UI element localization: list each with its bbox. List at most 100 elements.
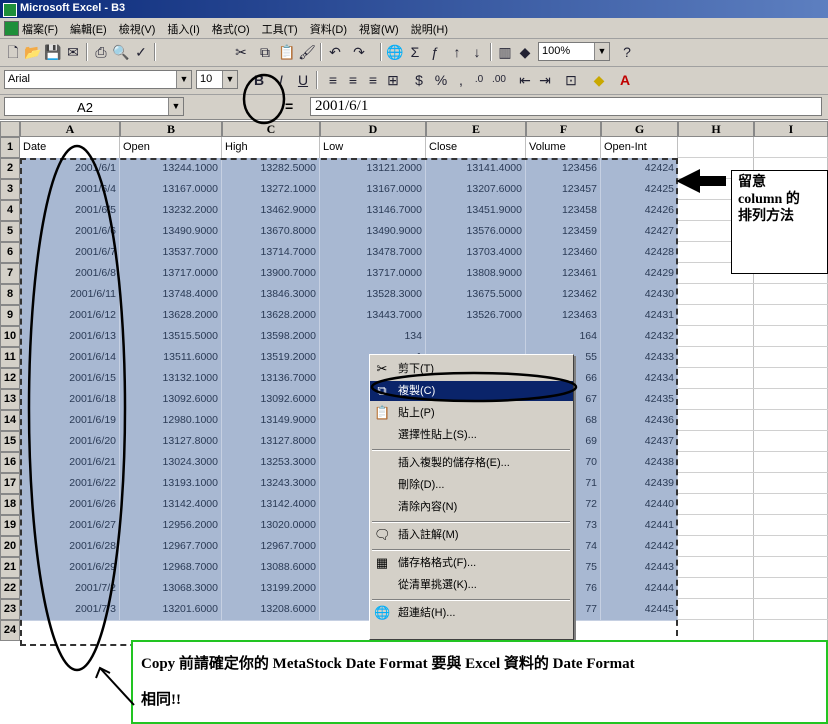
sort-desc-icon[interactable]: ↓: [468, 43, 486, 61]
table-cell[interactable]: 2001/6/27: [20, 515, 120, 536]
increase-indent-icon[interactable]: ⇥: [536, 71, 554, 89]
context-menu-item[interactable]: 插入複製的儲存格(E)...: [370, 453, 573, 473]
table-cell[interactable]: 42425: [601, 179, 678, 200]
zoom-select[interactable]: 100% ▼: [538, 42, 610, 61]
table-cell[interactable]: 13717.0000: [120, 263, 222, 284]
underline-icon[interactable]: U: [294, 71, 312, 89]
italic-icon[interactable]: I: [272, 71, 290, 89]
table-cell[interactable]: 123463: [526, 305, 601, 326]
context-menu-item[interactable]: ✂ 剪下(T): [370, 359, 573, 379]
row-header[interactable]: 18: [0, 494, 20, 515]
table-cell[interactable]: 123461: [526, 263, 601, 284]
table-cell[interactable]: 2001/6/12: [20, 305, 120, 326]
table-cell[interactable]: 2001/6/5: [20, 200, 120, 221]
row-header[interactable]: 23: [0, 599, 20, 620]
table-cell[interactable]: 123460: [526, 242, 601, 263]
table-cell[interactable]: 42444: [601, 578, 678, 599]
menu-item[interactable]: 插入(I): [167, 21, 199, 37]
font-name-select[interactable]: Arial ▼: [4, 70, 192, 89]
table-cell[interactable]: 42426: [601, 200, 678, 221]
row-header[interactable]: 13: [0, 389, 20, 410]
table-cell[interactable]: [426, 326, 526, 347]
table-cell[interactable]: 2001/6/19: [20, 410, 120, 431]
column-header[interactable]: A: [20, 121, 120, 137]
column-header[interactable]: B: [120, 121, 222, 137]
table-cell[interactable]: 13092.6000: [120, 389, 222, 410]
table-cell[interactable]: 2001/6/4: [20, 179, 120, 200]
table-cell[interactable]: 13244.1000: [120, 158, 222, 179]
chevron-down-icon[interactable]: ▼: [176, 71, 191, 88]
table-cell[interactable]: 13253.3000: [222, 452, 320, 473]
row-header[interactable]: 8: [0, 284, 20, 305]
table-cell[interactable]: 13519.2000: [222, 347, 320, 368]
table-cell[interactable]: 12956.2000: [120, 515, 222, 536]
table-cell[interactable]: 13136.7000: [222, 368, 320, 389]
table-cell[interactable]: 2001/6/28: [20, 536, 120, 557]
table-cell[interactable]: 42427: [601, 221, 678, 242]
cut-icon[interactable]: ✂: [232, 43, 250, 61]
table-cell[interactable]: 42441: [601, 515, 678, 536]
table-cell[interactable]: 2001/6/13: [20, 326, 120, 347]
table-cell[interactable]: 2001/6/8: [20, 263, 120, 284]
align-left-icon[interactable]: ≡: [324, 71, 342, 89]
table-cell[interactable]: 2001/6/29: [20, 557, 120, 578]
table-cell[interactable]: 123462: [526, 284, 601, 305]
header-cell[interactable]: Low: [320, 137, 426, 158]
print-icon[interactable]: ⎙: [92, 43, 110, 61]
new-icon[interactable]: 🗋: [4, 43, 22, 61]
chart-icon[interactable]: ▥: [496, 43, 514, 61]
table-cell[interactable]: 12967.7000: [222, 536, 320, 557]
table-cell[interactable]: 12980.1000: [120, 410, 222, 431]
table-cell[interactable]: 13068.3000: [120, 578, 222, 599]
row-header[interactable]: 1: [0, 137, 20, 158]
fill-color-icon[interactable]: ◆: [590, 71, 608, 89]
row-header[interactable]: 24: [0, 620, 20, 641]
table-cell[interactable]: 42445: [601, 599, 678, 620]
menu-item[interactable]: 視窗(W): [359, 21, 399, 37]
table-cell[interactable]: 2001/6/6: [20, 221, 120, 242]
table-cell[interactable]: 13900.7000: [222, 263, 320, 284]
table-cell[interactable]: 2001/6/15: [20, 368, 120, 389]
row-header[interactable]: 16: [0, 452, 20, 473]
table-cell[interactable]: 42424: [601, 158, 678, 179]
decrease-decimal-icon[interactable]: .00: [490, 71, 508, 89]
table-cell[interactable]: 13478.7000: [320, 242, 426, 263]
row-header[interactable]: 5: [0, 221, 20, 242]
chevron-down-icon[interactable]: ▼: [222, 71, 237, 88]
table-cell[interactable]: 42438: [601, 452, 678, 473]
context-menu-item[interactable]: 📋 貼上(P): [370, 403, 573, 423]
row-header[interactable]: 4: [0, 200, 20, 221]
row-header[interactable]: 14: [0, 410, 20, 431]
menu-item[interactable]: 檔案(F): [22, 21, 58, 37]
decrease-indent-icon[interactable]: ⇤: [516, 71, 534, 89]
table-cell[interactable]: 42435: [601, 389, 678, 410]
function-icon[interactable]: ƒ: [426, 43, 444, 61]
table-cell[interactable]: 2001/6/26: [20, 494, 120, 515]
context-menu-item[interactable]: ⧉ 複製(C): [370, 381, 573, 401]
row-header[interactable]: 10: [0, 326, 20, 347]
table-cell[interactable]: 13748.4000: [120, 284, 222, 305]
table-cell[interactable]: 13511.6000: [120, 347, 222, 368]
context-menu-item[interactable]: 從清單挑選(K)...: [370, 575, 573, 595]
table-cell[interactable]: 13092.6000: [222, 389, 320, 410]
comma-icon[interactable]: ,: [452, 71, 470, 89]
table-cell[interactable]: 13598.2000: [222, 326, 320, 347]
header-cell[interactable]: Open: [120, 137, 222, 158]
table-cell[interactable]: 123459: [526, 221, 601, 242]
column-header[interactable]: F: [526, 121, 601, 137]
table-cell[interactable]: 2001/6/1: [20, 158, 120, 179]
table-cell[interactable]: 2001/7/3: [20, 599, 120, 620]
header-cell[interactable]: Date: [20, 137, 120, 158]
table-cell[interactable]: 42431: [601, 305, 678, 326]
context-menu-item[interactable]: 選擇性貼上(S)...: [370, 425, 573, 445]
workbook-icon[interactable]: [4, 21, 19, 36]
help-icon[interactable]: ?: [618, 43, 636, 61]
menu-item[interactable]: 工具(T): [262, 21, 298, 37]
table-cell[interactable]: 13451.9000: [426, 200, 526, 221]
bold-icon[interactable]: B: [250, 71, 268, 89]
row-header[interactable]: 17: [0, 473, 20, 494]
table-cell[interactable]: 13628.2000: [120, 305, 222, 326]
column-header[interactable]: G: [601, 121, 678, 137]
row-header[interactable]: 21: [0, 557, 20, 578]
table-cell[interactable]: 12968.7000: [120, 557, 222, 578]
